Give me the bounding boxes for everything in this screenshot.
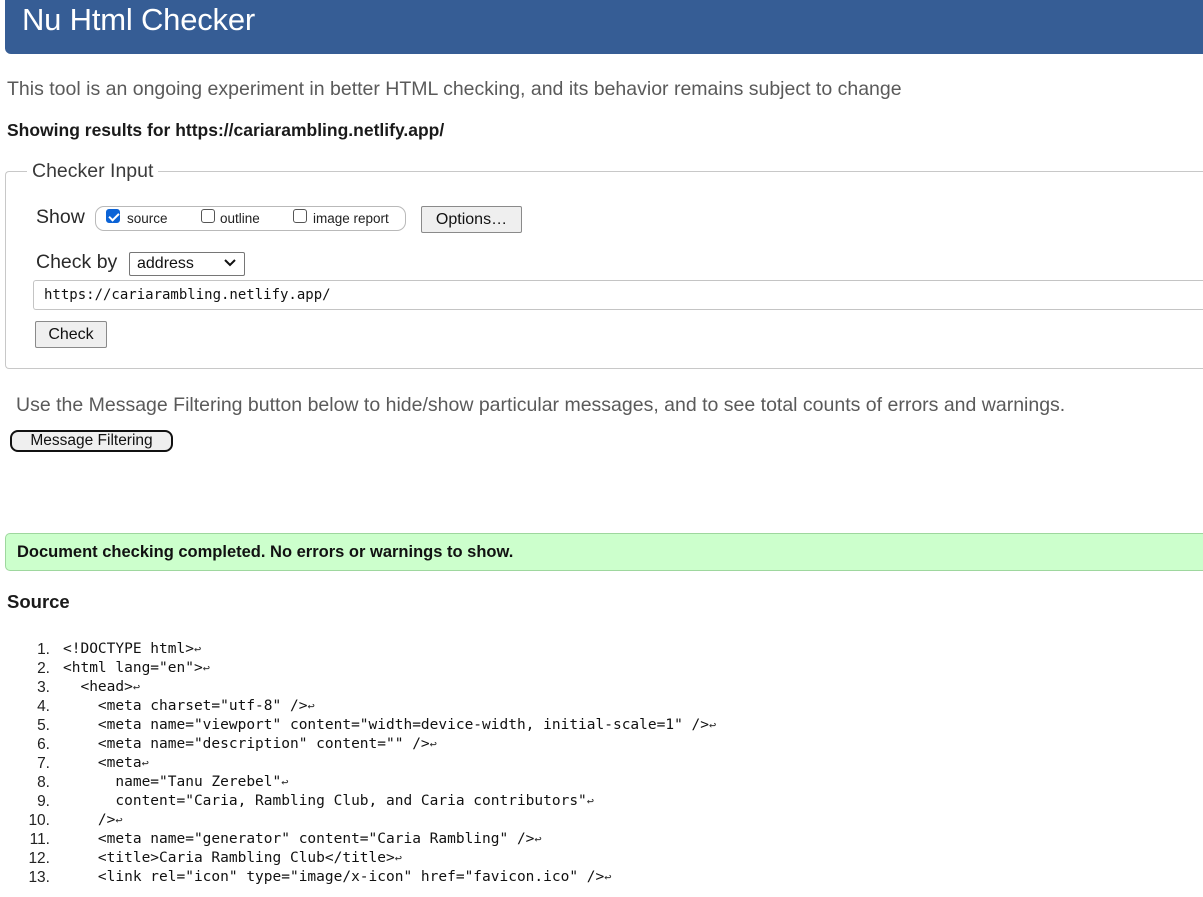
line-number: 5. <box>37 717 50 734</box>
return-icon: ↩ <box>193 642 202 656</box>
return-icon: ↩ <box>604 870 612 884</box>
line-code: <meta charset="utf-8" />↩ <box>63 698 315 714</box>
line-number: 6. <box>37 736 50 753</box>
line-number: 9. <box>37 793 50 810</box>
return-icon: ↩ <box>115 813 123 827</box>
return-icon: ↩ <box>202 661 210 675</box>
source-line: 8. name="Tanu Zerebel"↩ <box>0 774 1203 793</box>
line-number: 7. <box>37 755 50 772</box>
source-line: 11. <meta name="generator" content="Cari… <box>0 831 1203 850</box>
return-icon: ↩ <box>534 832 542 846</box>
outline-checkbox-label[interactable]: outline <box>220 211 260 226</box>
line-code-text: <meta <box>63 755 142 771</box>
line-code: <meta name="generator" content="Caria Ra… <box>63 831 542 847</box>
line-number: 8. <box>37 774 50 791</box>
source-line: 4. <meta charset="utf-8" />↩ <box>0 698 1203 717</box>
line-code: <meta name="viewport" content="width=dev… <box>63 717 716 733</box>
line-code: />↩ <box>63 812 123 828</box>
line-code: <meta name="description" content="" />↩ <box>63 736 437 752</box>
source-line: 2. <html lang="en">↩ <box>0 660 1203 679</box>
outline-checkbox[interactable] <box>201 209 215 223</box>
url-input-value: https://cariarambling.netlify.app/ <box>44 287 331 303</box>
line-code-text: <meta name="viewport" content="width=dev… <box>63 717 710 733</box>
source-checkbox[interactable] <box>106 209 120 223</box>
line-code-text: <meta name="description" content="" /> <box>63 736 430 752</box>
line-code: <head>↩ <box>63 679 140 695</box>
source-line: 10. />↩ <box>0 812 1203 831</box>
line-number: 2. <box>37 660 50 677</box>
header-bar: Nu Html Checker <box>5 0 1203 54</box>
return-icon: ↩ <box>394 851 402 865</box>
line-code-text: /> <box>63 812 116 828</box>
message-filtering-button[interactable]: Message Filtering <box>10 430 173 452</box>
line-code-text: name="Tanu Zerebel" <box>63 774 282 790</box>
line-number: 1. <box>37 641 50 658</box>
line-code-text: <title>Caria Rambling Club</title> <box>63 850 395 866</box>
source-line: 12. <title>Caria Rambling Club</title>↩ <box>0 850 1203 869</box>
chevron-down-icon <box>224 259 236 267</box>
line-code: content="Caria, Rambling Club, and Caria… <box>63 793 594 809</box>
return-icon: ↩ <box>141 756 149 770</box>
line-code-text: <html lang="en"> <box>63 660 203 676</box>
page-title: Nu Html Checker <box>22 2 255 37</box>
image-report-checkbox-label[interactable]: image report <box>313 211 389 226</box>
line-number: 13. <box>28 869 50 886</box>
line-code: <meta↩ <box>63 755 149 771</box>
show-label: Show <box>36 206 85 228</box>
line-code: <title>Caria Rambling Club</title>↩ <box>63 850 402 866</box>
line-code: <!DOCTYPE html>↩ <box>63 641 201 657</box>
results-heading: Showing results for https://cariaramblin… <box>7 120 445 140</box>
status-message-bar: Document checking completed. No errors o… <box>5 533 1203 571</box>
line-code-text: <head> <box>63 679 133 695</box>
return-icon: ↩ <box>429 737 437 751</box>
source-heading: Source <box>7 591 70 612</box>
line-code-text: <!DOCTYPE html> <box>63 641 194 657</box>
line-code-text: <meta name="generator" content="Caria Ra… <box>63 831 535 847</box>
url-input[interactable]: https://cariarambling.netlify.app/ <box>33 280 1203 310</box>
intro-text: This tool is an ongoing experiment in be… <box>7 78 902 100</box>
return-icon: ↩ <box>307 699 315 713</box>
line-code-text: <meta charset="utf-8" /> <box>63 698 308 714</box>
line-code-text: content="Caria, Rambling Club, and Caria… <box>63 793 587 809</box>
line-number: 10. <box>28 812 50 829</box>
return-icon: ↩ <box>132 680 141 694</box>
status-message: Document checking completed. No errors o… <box>17 543 514 561</box>
line-number: 11. <box>29 831 50 848</box>
line-code: <html lang="en">↩ <box>63 660 210 676</box>
line-code-text: <link rel="icon" type="image/x-icon" hre… <box>63 869 605 885</box>
source-line: 9. content="Caria, Rambling Club, and Ca… <box>0 793 1203 812</box>
return-icon: ↩ <box>586 794 595 808</box>
check-by-value: address <box>137 255 194 272</box>
line-number: 3. <box>37 679 50 696</box>
options-button[interactable]: Options… <box>421 206 522 233</box>
line-code: name="Tanu Zerebel"↩ <box>63 774 288 790</box>
source-line: 1. <!DOCTYPE html>↩ <box>0 641 1203 660</box>
line-number: 4. <box>37 698 50 715</box>
check-button[interactable]: Check <box>35 321 107 348</box>
image-report-checkbox[interactable] <box>293 209 307 223</box>
check-by-label: Check by <box>36 251 118 273</box>
line-code: <link rel="icon" type="image/x-icon" hre… <box>63 869 612 885</box>
line-number: 12. <box>28 850 50 867</box>
checker-input-legend: Checker Input <box>27 160 159 183</box>
source-line: 3. <head>↩ <box>0 679 1203 698</box>
source-line: 7. <meta↩ <box>0 755 1203 774</box>
source-line: 6. <meta name="description" content="" /… <box>0 736 1203 755</box>
source-line: 13. <link rel="icon" type="image/x-icon"… <box>0 869 1203 888</box>
source-line: 5. <meta name="viewport" content="width=… <box>0 717 1203 736</box>
return-icon: ↩ <box>281 775 289 789</box>
filter-note: Use the Message Filtering button below t… <box>16 394 1066 416</box>
check-by-select[interactable]: address <box>129 252 245 276</box>
return-icon: ↩ <box>709 718 717 732</box>
source-listing: 1. <!DOCTYPE html>↩ 2. <html lang="en">↩… <box>0 641 1203 897</box>
source-checkbox-label[interactable]: source <box>127 211 168 226</box>
